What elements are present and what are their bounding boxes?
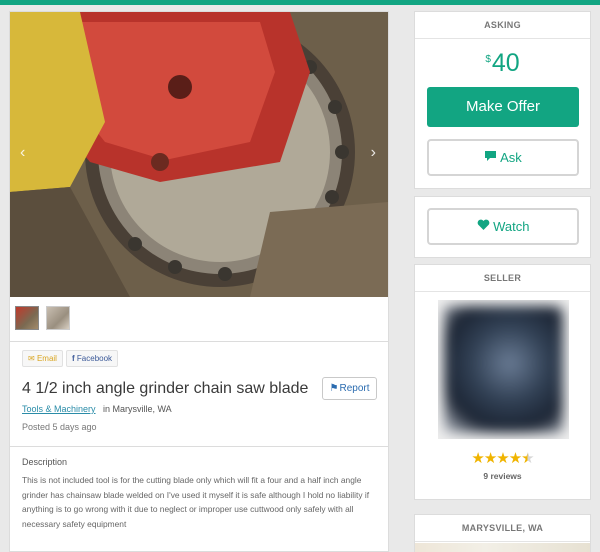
- description-text: This is not included tool is for the cut…: [22, 475, 370, 529]
- grinder-photo-illustration: [10, 12, 388, 297]
- report-label: Report: [339, 383, 370, 394]
- ask-button[interactable]: Ask: [427, 139, 579, 176]
- top-accent-bar: [0, 0, 600, 5]
- star-icon: ★: [496, 450, 509, 467]
- category-link[interactable]: Tools & Machinery: [22, 404, 96, 414]
- star-icon: ★: [483, 450, 497, 467]
- star-icon: ★: [471, 450, 484, 467]
- share-facebook-label: Facebook: [76, 354, 113, 363]
- star-icon: ★: [508, 450, 522, 467]
- share-email-label: Email: [36, 354, 57, 363]
- half-star-icon: ★: [521, 450, 534, 467]
- seller-card: SELLER ★★★★★ 9 reviews: [414, 264, 591, 500]
- asking-price: $40: [415, 49, 590, 78]
- ask-label: Ask: [500, 150, 522, 165]
- thumbnail-strip: [10, 297, 388, 342]
- asking-card: ASKING $40 Make Offer Ask: [414, 11, 591, 189]
- seller-rating-stars: ★★★★★: [415, 449, 590, 467]
- blurred-avatar-image: [444, 306, 563, 433]
- chat-bubble-icon: [484, 141, 497, 174]
- listing-title: 4 1/2 inch angle grinder chain saw blade: [22, 380, 309, 397]
- price-amount: 40: [491, 49, 520, 77]
- flag-icon: ⚑: [329, 383, 339, 394]
- location-map[interactable]: [415, 543, 590, 552]
- email-icon: ✉: [28, 354, 35, 363]
- heart-icon: [477, 210, 490, 243]
- share-facebook-button[interactable]: f Facebook: [66, 350, 119, 367]
- seller-avatar[interactable]: [438, 300, 569, 439]
- facebook-icon: f: [72, 354, 75, 363]
- seller-heading: SELLER: [415, 265, 590, 292]
- gallery-next-arrow[interactable]: ›: [371, 144, 376, 162]
- listing-panel: ‹ › ✉ Email f Facebook 4 1/2 inch angle …: [9, 11, 389, 552]
- description-heading: Description: [22, 457, 68, 467]
- location-heading: MARYSVILLE, WA: [415, 515, 590, 542]
- watch-label: Watch: [493, 219, 530, 234]
- posted-time: Posted 5 days ago: [22, 422, 97, 432]
- gallery-prev-arrow[interactable]: ‹: [20, 144, 25, 162]
- share-email-button[interactable]: ✉ Email: [22, 350, 63, 367]
- make-offer-button[interactable]: Make Offer: [427, 87, 579, 127]
- location-card: MARYSVILLE, WA: [414, 514, 591, 552]
- watch-card: Watch: [414, 196, 591, 258]
- listing-photo[interactable]: ‹ ›: [10, 12, 388, 297]
- thumbnail-2[interactable]: [46, 306, 70, 330]
- listing-location: in Marysville, WA: [103, 404, 172, 414]
- asking-heading: ASKING: [415, 12, 590, 39]
- watch-button[interactable]: Watch: [427, 208, 579, 245]
- report-button[interactable]: ⚑Report: [322, 377, 377, 400]
- seller-review-count[interactable]: 9 reviews: [415, 471, 590, 481]
- price-currency: $: [485, 54, 491, 65]
- section-divider: [10, 446, 388, 447]
- thumbnail-1[interactable]: [15, 306, 39, 330]
